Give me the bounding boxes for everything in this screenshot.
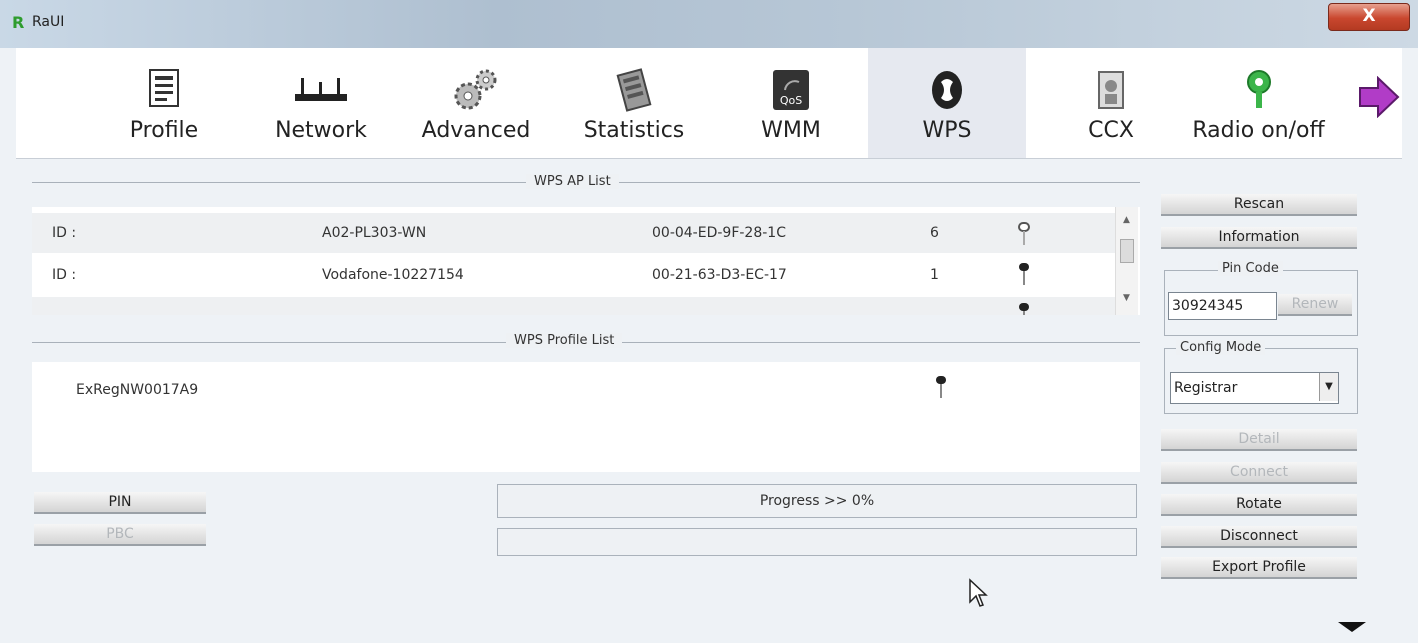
close-button[interactable]: X	[1328, 3, 1410, 31]
ap-row-partial[interactable]	[32, 297, 1117, 315]
renew-button[interactable]: Renew	[1278, 294, 1352, 316]
tab-ccx[interactable]: CCX	[1056, 48, 1166, 158]
tab-label: Profile	[129, 118, 199, 143]
scroll-thumb[interactable]	[1120, 239, 1134, 263]
tab-wps[interactable]: WPS	[868, 48, 1026, 158]
status-bar	[497, 528, 1137, 556]
title-bar: R RaUI X	[0, 0, 1418, 48]
pin-code-field[interactable]: 30924345	[1168, 292, 1277, 320]
tab-radio-on-off[interactable]: Radio on/off	[1171, 48, 1346, 158]
pin-code-legend: Pin Code	[1218, 261, 1283, 276]
tab-label: Statistics	[583, 118, 685, 143]
tab-label: Radio on/off	[1192, 118, 1325, 143]
wps-icon	[932, 71, 962, 109]
tab-label: WPS	[922, 118, 972, 143]
profile-list[interactable]: ExRegNW0017A9	[32, 362, 1140, 472]
tab-statistics[interactable]: Statistics	[569, 48, 699, 158]
arrow-down-icon[interactable]	[1336, 620, 1368, 634]
qos-icon: QoS	[773, 70, 809, 110]
chevron-down-icon[interactable]: ▼	[1319, 373, 1338, 401]
toolbar: Profile Network Advanced Statistics QoS …	[16, 48, 1402, 159]
ap-list-scrollbar[interactable]: ▲ ▼	[1115, 207, 1138, 315]
ap-mac: 00-21-63-D3-EC-17	[652, 267, 787, 283]
rotate-button[interactable]: Rotate	[1161, 494, 1357, 516]
scroll-down-icon[interactable]: ▼	[1123, 293, 1130, 303]
tab-profile[interactable]: Profile	[104, 48, 224, 158]
tab-label: Advanced	[421, 118, 531, 143]
rescan-button[interactable]: Rescan	[1161, 194, 1357, 216]
lock-icon	[1019, 263, 1029, 285]
tab-label: Network	[275, 118, 367, 143]
config-mode-value: Registrar	[1174, 380, 1238, 396]
ap-row[interactable]: ID : Vodafone-10227154 00-21-63-D3-EC-17…	[32, 255, 1117, 295]
ap-mac: 00-04-ED-9F-28-1C	[652, 225, 786, 241]
progress-text: Progress >> 0%	[759, 493, 875, 509]
profile-item[interactable]: ExRegNW0017A9	[76, 382, 198, 398]
gears-icon	[454, 69, 497, 110]
radio-icon	[1246, 70, 1271, 108]
tab-label: CCX	[1088, 118, 1134, 143]
ccx-icon	[1098, 71, 1124, 109]
ap-id-label: ID :	[52, 267, 77, 283]
scroll-up-icon[interactable]: ▲	[1123, 215, 1130, 225]
arrow-right-icon[interactable]	[1358, 76, 1400, 118]
pbc-button[interactable]: PBC	[34, 524, 206, 546]
mouse-cursor-icon	[969, 578, 988, 607]
lock-icon	[1019, 303, 1029, 315]
config-mode-select[interactable]: Registrar ▼	[1170, 372, 1339, 404]
tab-network[interactable]: Network	[256, 48, 386, 158]
network-icon	[295, 78, 347, 101]
tab-wmm[interactable]: QoS WMM	[736, 48, 846, 158]
export-profile-button[interactable]: Export Profile	[1161, 557, 1357, 579]
config-mode-legend: Config Mode	[1176, 340, 1266, 355]
tab-advanced[interactable]: Advanced	[411, 48, 541, 158]
pin-button[interactable]: PIN	[34, 492, 206, 514]
ap-ssid: A02-PL303-WN	[322, 225, 427, 241]
information-button[interactable]: Information	[1161, 227, 1357, 249]
ap-channel: 1	[930, 267, 939, 283]
ap-id-label: ID :	[52, 225, 77, 241]
app-logo-icon: R	[12, 13, 25, 32]
ap-ssid: Vodafone-10227154	[322, 267, 464, 283]
ap-row[interactable]: ID : A02-PL303-WN 00-04-ED-9F-28-1C 6	[32, 213, 1117, 253]
connect-button[interactable]: Connect	[1161, 462, 1357, 484]
profile-list-title: WPS Profile List	[506, 333, 623, 348]
progress-bar: Progress >> 0%	[497, 484, 1137, 518]
qos-icon-text: QoS	[780, 94, 802, 107]
lock-open-icon	[1018, 222, 1030, 245]
app-window: R RaUI X Profile Network Advanced Statis…	[0, 0, 1418, 643]
tab-label: WMM	[761, 118, 821, 143]
ap-channel: 6	[930, 225, 939, 241]
statistics-icon	[616, 68, 652, 112]
profile-icon	[149, 69, 179, 107]
window-title: RaUI	[32, 14, 65, 30]
disconnect-button[interactable]: Disconnect	[1161, 526, 1357, 548]
ap-list-title: WPS AP List	[526, 174, 619, 189]
ap-list[interactable]: ID : A02-PL303-WN 00-04-ED-9F-28-1C 6 ID…	[32, 207, 1140, 315]
detail-button[interactable]: Detail	[1161, 429, 1357, 451]
lock-icon	[936, 376, 946, 398]
